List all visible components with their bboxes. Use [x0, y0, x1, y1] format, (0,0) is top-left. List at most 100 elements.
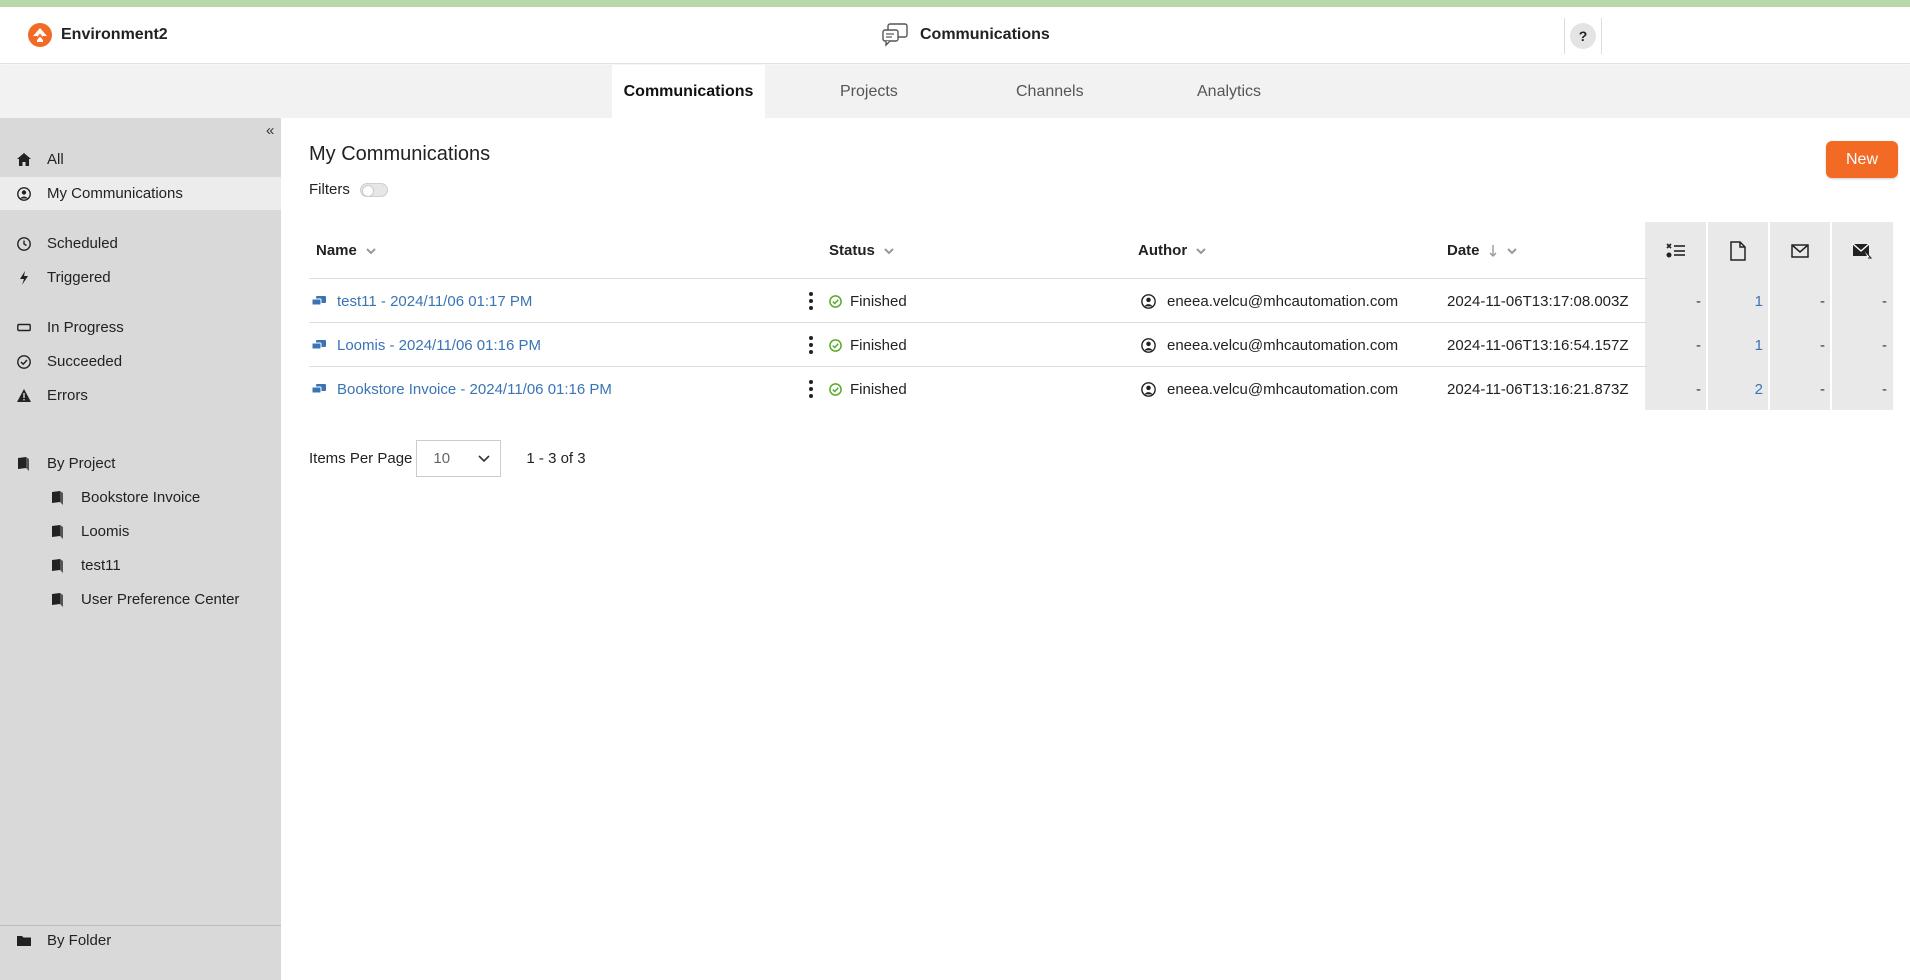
communication-link[interactable]: Bookstore Invoice - 2024/11/06 01:16 PM [337, 381, 612, 398]
bolt-icon [16, 270, 31, 285]
metric-value-link[interactable]: 2 [1707, 367, 1763, 411]
metric-value: - [1882, 292, 1887, 310]
collapse-sidebar-button[interactable]: « [266, 122, 274, 139]
main-tabs: Communications Projects Channels Analyti… [0, 65, 1910, 118]
envelope-icon [1791, 243, 1809, 258]
metric-header-email[interactable] [1769, 222, 1831, 279]
sidebar-item-label: My Communications [47, 185, 183, 202]
help-button[interactable]: ? [1570, 23, 1596, 49]
status-text: Finished [850, 292, 907, 310]
book-icon [50, 524, 65, 539]
metric-value: - [1696, 336, 1701, 354]
help-container: ? [1564, 18, 1602, 54]
sidebar-item-scheduled[interactable]: Scheduled [0, 227, 281, 260]
communication-icon [312, 339, 326, 349]
sidebar-item-label: By Folder [47, 932, 112, 949]
sidebar-item-label: All [47, 151, 64, 168]
author-email: eneea.velcu@mhcautomation.com [1167, 336, 1399, 354]
sidebar-item-succeeded[interactable]: Succeeded [0, 345, 281, 378]
sidebar-item-errors[interactable]: Errors [0, 379, 281, 412]
metric-value-link[interactable]: 1 [1707, 279, 1763, 323]
book-icon [50, 558, 65, 573]
sort-down-arrow-icon [1489, 244, 1497, 257]
home-icon [16, 152, 31, 167]
success-check-icon [829, 338, 842, 352]
new-button[interactable]: New [1826, 141, 1898, 178]
sidebar-project-label: Loomis [81, 523, 130, 540]
column-header-date[interactable]: Date [1447, 222, 1518, 279]
sidebar-item-label: Scheduled [47, 235, 118, 252]
communication-link[interactable]: Loomis - 2024/11/06 01:16 PM [337, 337, 541, 354]
items-per-page-value: 10 [433, 450, 451, 467]
tab-analytics[interactable]: Analytics [1179, 65, 1279, 118]
sidebar-item-label: Succeeded [47, 353, 123, 370]
column-header-label: Name [316, 242, 357, 259]
row-name-cell: Loomis - 2024/11/06 01:16 PM [312, 323, 541, 367]
communication-link[interactable]: test11 - 2024/11/06 01:17 PM [337, 293, 532, 310]
envelope-arrow-icon [1852, 242, 1872, 258]
author-email: eneea.velcu@mhcautomation.com [1167, 292, 1399, 310]
top-accent-strip [0, 0, 1910, 7]
more-options-icon [809, 292, 813, 310]
filters-label: Filters [309, 181, 350, 198]
metric-value-link[interactable]: 1 [1707, 323, 1763, 367]
environment-brand[interactable]: Environment2 [28, 23, 168, 47]
sidebar-item-my-communications[interactable]: My Communications [0, 177, 281, 210]
pagination-range: 1 - 3 of 3 [526, 450, 586, 467]
sidebar-project-label: User Preference Center [81, 591, 240, 608]
sidebar-item-in-progress[interactable]: In Progress [0, 311, 281, 344]
sidebar-item-by-project[interactable]: By Project [0, 447, 281, 480]
filters-toggle[interactable] [359, 182, 388, 197]
tab-communications[interactable]: Communications [612, 65, 765, 118]
chevron-down-icon [478, 454, 490, 462]
sidebar-item-label: In Progress [47, 319, 124, 336]
sidebar-item-label: By Project [47, 455, 116, 472]
sidebar-project-label: test11 [81, 557, 121, 574]
items-per-page-select[interactable]: 10 [416, 440, 502, 477]
page-title: My Communications [309, 143, 491, 165]
communications-icon [882, 23, 908, 47]
filters-control: Filters [309, 181, 388, 198]
app-header: Environment2 Communications ? [0, 7, 1910, 64]
sidebar-project-loomis[interactable]: Loomis [0, 515, 281, 548]
metric-header-email-sent[interactable] [1831, 222, 1893, 279]
metric-value: - [1820, 292, 1825, 310]
chevron-down-icon [366, 247, 376, 254]
column-header-label: Status [829, 242, 875, 259]
table-row: Bookstore Invoice - 2024/11/06 01:16 PM … [309, 367, 1893, 411]
metric-header-documents[interactable] [1707, 222, 1769, 279]
sidebar-item-label: Triggered [47, 269, 111, 286]
row-actions-menu[interactable] [809, 279, 813, 323]
metric-value: - [1820, 380, 1825, 398]
column-header-name[interactable]: Name [316, 222, 377, 279]
sidebar-item-all[interactable]: All [0, 143, 281, 176]
more-options-icon [809, 336, 813, 354]
items-per-page-label: Items Per Page [309, 450, 413, 467]
sidebar-item-by-folder[interactable]: By Folder [0, 924, 281, 957]
sidebar-project-bookstore-invoice[interactable]: Bookstore Invoice [0, 481, 281, 514]
row-actions-menu[interactable] [809, 323, 813, 367]
tab-projects[interactable]: Projects [822, 65, 916, 118]
row-status-cell: Finished [829, 367, 907, 411]
success-check-icon [829, 382, 842, 396]
row-date-cell: 2024-11-06T13:16:21.873Z [1447, 380, 1629, 398]
sidebar-project-test11[interactable]: test11 [0, 549, 281, 582]
communication-icon [312, 383, 326, 393]
book-icon [50, 592, 65, 607]
row-actions-menu[interactable] [809, 367, 813, 411]
sidebar-item-triggered[interactable]: Triggered [0, 261, 281, 294]
author-email: eneea.velcu@mhcautomation.com [1167, 380, 1399, 398]
pagination: Items Per Page 10 1 - 3 of 3 [309, 440, 586, 477]
row-status-cell: Finished [829, 279, 907, 323]
metric-header-tasks[interactable] [1645, 222, 1707, 279]
column-header-label: Author [1138, 242, 1188, 259]
column-header-author[interactable]: Author [1138, 222, 1207, 279]
tab-channels[interactable]: Channels [998, 65, 1102, 118]
row-date-cell: 2024-11-06T13:17:08.003Z [1447, 292, 1629, 310]
checklist-icon [1666, 242, 1685, 257]
user-circle-icon [1141, 337, 1156, 353]
sidebar-project-user-preference-center[interactable]: User Preference Center [0, 583, 281, 616]
column-header-status[interactable]: Status [829, 222, 895, 279]
table-row: Loomis - 2024/11/06 01:16 PM Finished en… [309, 323, 1893, 367]
user-circle-icon [1141, 293, 1156, 309]
